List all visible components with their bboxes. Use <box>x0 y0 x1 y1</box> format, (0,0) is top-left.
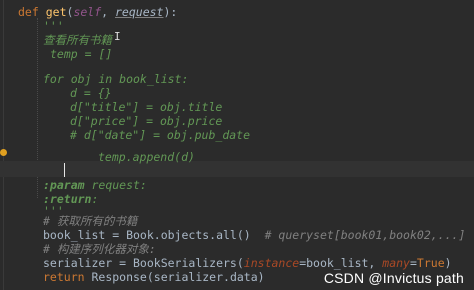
docstring-line-temp: temp = [] <box>50 47 113 61</box>
docstring-line-for: for obj in book_list: <box>43 72 189 86</box>
param-tag-rest: request: <box>84 178 147 192</box>
instance-kwarg: instance <box>243 256 300 270</box>
mouse-ibeam-icon: I <box>114 30 121 43</box>
code-line-return[interactable]: return Response(serializer.data) <box>43 270 265 284</box>
lightbulb-icon[interactable] <box>0 149 7 156</box>
code-line-def[interactable]: def get(self, request): <box>18 5 177 19</box>
serializer-close: ) <box>444 256 452 270</box>
csdn-watermark: CSDN @Invictus path <box>323 270 464 286</box>
many-eq: = <box>409 256 417 270</box>
query-statement: book_list = Book.objects.all() <box>43 228 251 242</box>
self-param: self <box>73 5 102 19</box>
gutter-divider <box>3 0 4 290</box>
comment-get-all-books: # 获取所有的书籍 <box>43 214 138 228</box>
docstring-line-title: d["title"] = obj.title <box>70 100 223 114</box>
instance-value: =book_list, <box>299 256 383 270</box>
many-kwarg: many <box>382 256 410 270</box>
sig-sep: , <box>101 5 115 19</box>
docstring-line-append: temp.append(d) <box>98 150 195 164</box>
code-line-serializer[interactable]: serializer = BookSerializers(instance=bo… <box>43 256 452 270</box>
comment-build-serializer: # 构建序列化器对象: <box>43 242 156 256</box>
code-line-query[interactable]: book_list = Book.objects.all() # queryse… <box>43 228 465 242</box>
param-tag: :param <box>43 178 85 192</box>
docstring-line-d: d = {} <box>70 86 112 100</box>
code-editor[interactable]: def get(self, request): ''' 查看所有书籍 I tem… <box>0 0 474 290</box>
return-keyword: return <box>43 270 85 284</box>
docstring-line-date: # d["date"] = obj.pub_date <box>70 128 251 142</box>
def-keyword: def <box>18 5 39 19</box>
return-tag-rest: : <box>91 192 99 206</box>
docstring-open: ''' <box>43 19 64 33</box>
docstring-param-line: :param request: <box>43 178 147 192</box>
function-name: get <box>45 5 67 19</box>
true-literal: True <box>416 256 445 270</box>
request-param: request <box>115 5 164 19</box>
text-caret <box>64 163 65 177</box>
serializer-call: serializer = BookSerializers( <box>43 256 244 270</box>
sig-close: ): <box>163 5 178 19</box>
return-expression: Response(serializer.data) <box>84 270 265 284</box>
docstring-line-view-books: 查看所有书籍 <box>43 33 112 47</box>
current-line-highlight <box>0 161 474 177</box>
queryset-comment: # queryset[book01,book02,...] <box>264 228 466 242</box>
docstring-line-price: d["price"] = obj.price <box>70 114 223 128</box>
